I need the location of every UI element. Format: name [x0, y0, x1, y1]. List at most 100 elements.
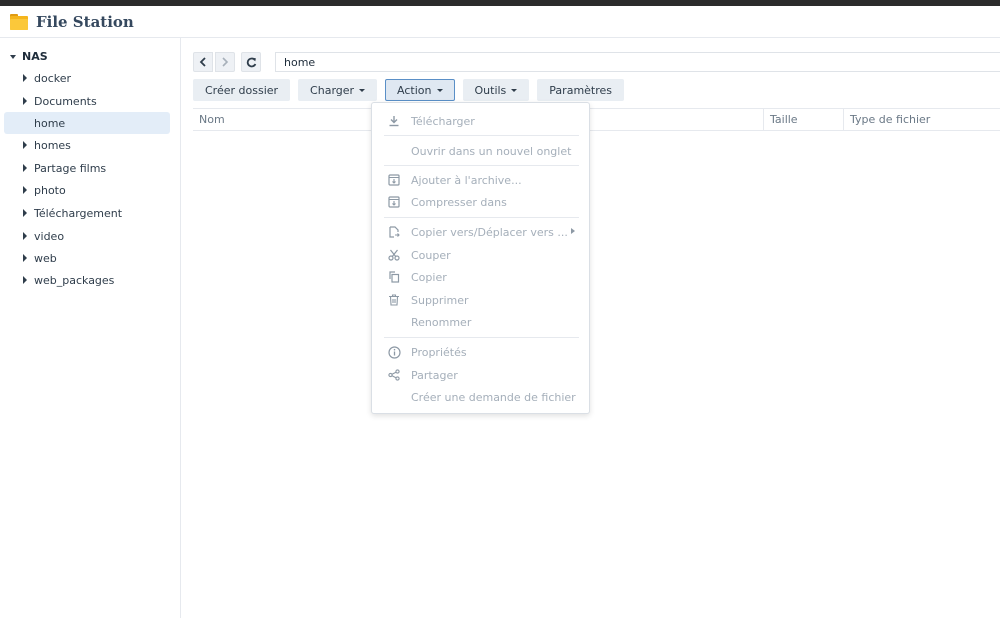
sidebar-item-home[interactable]: home — [4, 112, 170, 134]
menu-item-delete[interactable]: Supprimer — [372, 289, 589, 311]
caret-right-icon[interactable] — [23, 232, 27, 240]
menu-item-share[interactable]: Partager — [372, 364, 589, 386]
menu-item-label: Partager — [411, 368, 458, 382]
action-label: Action — [397, 83, 432, 97]
tree-root-label: NAS — [22, 50, 48, 63]
menu-item-label: Télécharger — [411, 114, 475, 128]
create-folder-label: Créer dossier — [205, 83, 279, 97]
menu-item-label: Propriétés — [411, 345, 467, 359]
create-folder-button[interactable]: Créer dossier — [193, 79, 291, 101]
folder-icon — [9, 13, 29, 31]
chevron-down-icon — [436, 88, 443, 92]
chevron-down-icon — [359, 88, 366, 92]
column-header-size[interactable]: Taille — [763, 109, 843, 130]
menu-divider — [384, 217, 579, 218]
menu-item-add-to-archive[interactable]: Ajouter à l'archive... — [372, 169, 589, 191]
upload-label: Charger — [310, 83, 355, 97]
copy-icon — [386, 269, 402, 285]
sidebar-item-label: web_packages — [34, 273, 115, 287]
caret-right-icon[interactable] — [23, 186, 27, 194]
forward-button[interactable] — [215, 52, 235, 72]
app-title: File Station — [36, 12, 134, 31]
caret-right-icon — [571, 228, 575, 234]
caret-right-icon[interactable] — [23, 276, 27, 284]
sidebar-item-label: Téléchargement — [34, 206, 123, 220]
sidebar-item-label: home — [34, 116, 66, 130]
sidebar-item-documents[interactable]: Documents — [4, 90, 170, 112]
sidebar-item-label: web — [34, 251, 57, 265]
settings-button[interactable]: Paramètres — [537, 79, 625, 101]
sidebar-item-homes[interactable]: homes — [4, 134, 170, 156]
caret-right-icon[interactable] — [23, 141, 27, 149]
sidebar-item-label: video — [34, 229, 65, 243]
caret-right-icon[interactable] — [23, 164, 27, 172]
menu-divider — [384, 337, 579, 338]
menu-item-label: Compresser dans — [411, 195, 507, 209]
column-name-label: Nom — [199, 113, 225, 126]
action-button[interactable]: Action — [385, 79, 455, 101]
navigation-bar — [193, 52, 267, 72]
back-button[interactable] — [193, 52, 213, 72]
menu-item-file-request[interactable]: Créer une demande de fichier — [372, 386, 589, 408]
caret-down-icon — [10, 54, 16, 59]
path-input[interactable]: home — [275, 52, 1000, 72]
download-icon — [386, 113, 402, 129]
sidebar-item-label: homes — [34, 138, 71, 152]
sidebar-item-web-packages[interactable]: web_packages — [4, 269, 170, 291]
sidebar-item-docker[interactable]: docker — [4, 67, 170, 89]
caret-right-icon[interactable] — [23, 209, 27, 217]
refresh-icon — [246, 57, 256, 67]
menu-item-compress-to[interactable]: Compresser dans — [372, 191, 589, 213]
toolbar: Créer dossier Charger Action Outils Para… — [193, 79, 632, 101]
menu-item-label: Couper — [411, 248, 451, 262]
sidebar-item-web[interactable]: web — [4, 247, 170, 269]
archive-icon — [386, 172, 402, 188]
menu-item-label: Copier vers/Déplacer vers ... — [411, 225, 568, 239]
sidebar-item-label: Documents — [34, 94, 97, 108]
share-icon — [386, 367, 402, 383]
menu-item-properties[interactable]: Propriétés — [372, 341, 589, 363]
menu-item-rename[interactable]: Renommer — [372, 311, 589, 333]
menu-item-open-new-tab[interactable]: Ouvrir dans un nouvel onglet — [372, 140, 589, 162]
menu-item-label: Ouvrir dans un nouvel onglet — [411, 144, 572, 158]
chevron-right-icon — [222, 57, 229, 67]
caret-right-icon[interactable] — [23, 74, 27, 82]
sidebar-item-telechargement[interactable]: Téléchargement — [4, 202, 170, 224]
menu-item-download[interactable]: Télécharger — [372, 110, 589, 132]
tools-button[interactable]: Outils — [462, 79, 530, 101]
trash-icon — [386, 292, 402, 308]
menu-item-label: Ajouter à l'archive... — [411, 173, 522, 187]
compress-icon — [386, 194, 402, 210]
sidebar-item-partage-films[interactable]: Partage films — [4, 157, 170, 179]
menu-item-label: Renommer — [411, 315, 472, 329]
sidebar: NAS docker Documents home homes Partage … — [0, 38, 181, 618]
scissors-icon — [386, 247, 402, 263]
column-header-type[interactable]: Type de fichier — [843, 109, 1000, 130]
menu-item-label: Créer une demande de fichier — [411, 390, 576, 404]
menu-item-copy-move-to[interactable]: Copier vers/Déplacer vers ... — [372, 221, 589, 243]
main-panel: home Créer dossier Charger Action Outils… — [182, 38, 1000, 618]
column-type-label: Type de fichier — [850, 113, 931, 126]
settings-label: Paramètres — [549, 83, 613, 97]
chevron-down-icon — [511, 88, 518, 92]
copy-move-icon — [386, 224, 402, 240]
sidebar-item-label: photo — [34, 183, 66, 197]
chevron-left-icon — [199, 57, 206, 67]
sidebar-item-label: Partage films — [34, 161, 107, 175]
refresh-button[interactable] — [241, 52, 261, 72]
menu-item-cut[interactable]: Couper — [372, 244, 589, 266]
column-size-label: Taille — [770, 113, 798, 126]
caret-right-icon[interactable] — [23, 254, 27, 262]
file-list-header: Nom Taille Type de fichier — [193, 108, 1000, 131]
upload-button[interactable]: Charger — [298, 79, 378, 101]
sidebar-item-label: docker — [34, 71, 72, 85]
menu-item-label: Supprimer — [411, 293, 469, 307]
menu-item-label: Copier — [411, 270, 447, 284]
caret-right-icon[interactable] — [23, 97, 27, 105]
sidebar-item-video[interactable]: video — [4, 225, 170, 247]
info-icon — [386, 344, 402, 360]
menu-item-copy[interactable]: Copier — [372, 266, 589, 288]
sidebar-item-photo[interactable]: photo — [4, 179, 170, 201]
tree-root-nas[interactable]: NAS — [10, 50, 48, 63]
tools-label: Outils — [474, 83, 507, 97]
